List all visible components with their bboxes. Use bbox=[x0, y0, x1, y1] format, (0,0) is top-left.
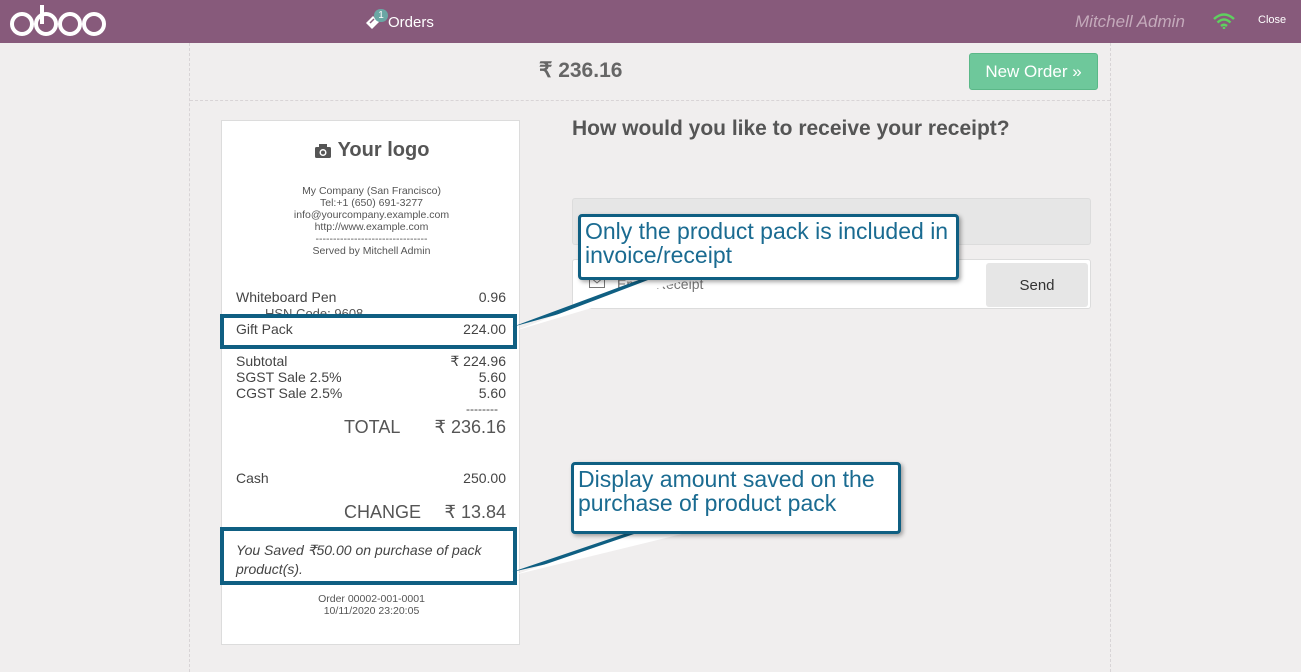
saved-amount-highlight bbox=[220, 527, 517, 585]
pack-included-note: Only the product pack is included in inv… bbox=[585, 218, 949, 268]
annotation-pointers bbox=[512, 278, 690, 575]
amount-saved-note: Display amount saved on the purchase of … bbox=[578, 466, 875, 516]
amount-saved-callout: Display amount saved on the purchase of … bbox=[571, 462, 901, 534]
gift-pack-highlight bbox=[220, 314, 517, 349]
pack-included-callout: Only the product pack is included in inv… bbox=[578, 214, 959, 280]
